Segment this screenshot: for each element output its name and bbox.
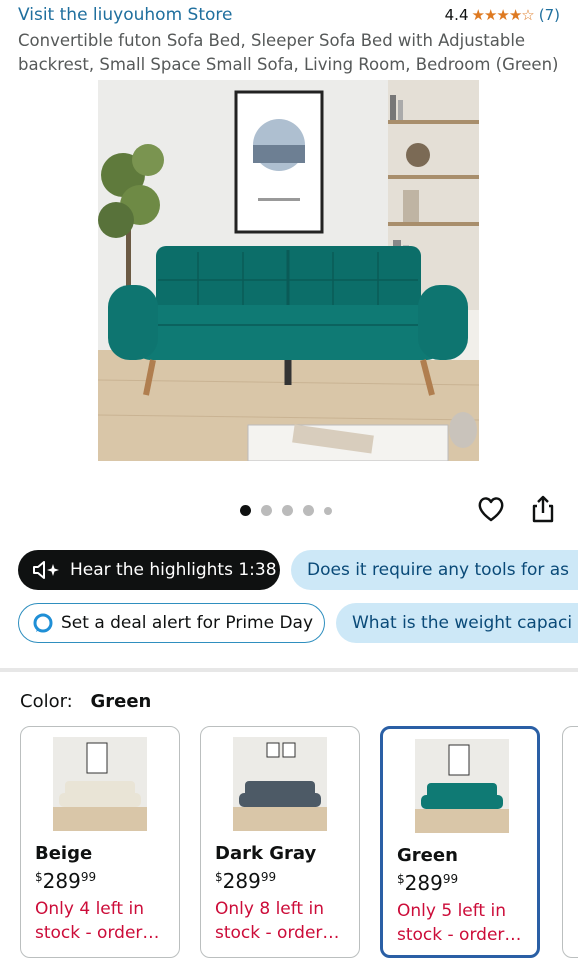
question-chip-label: Does it require any tools for as (307, 560, 570, 580)
pagination-dot[interactable] (261, 505, 272, 516)
product-image[interactable] (98, 80, 479, 461)
color-variant-card-dark-gray[interactable]: Dark Gray $28999 Only 8 left in stock - … (200, 726, 360, 958)
variant-thumbnail (53, 737, 147, 831)
hear-highlights-label: Hear the highlights 1:38 (70, 560, 277, 580)
variant-stock-status: Only 4 left in stock - order… (35, 899, 160, 943)
question-chip-label: What is the weight capaci (352, 613, 573, 633)
color-variant-card-green[interactable]: Green $28999 Only 5 left in stock - orde… (380, 726, 540, 958)
variant-price: $28999 (35, 869, 97, 893)
section-divider (0, 668, 578, 672)
rating-value: 4.4 (444, 6, 469, 24)
speaker-sparkle-icon (32, 561, 62, 579)
rating[interactable]: 4.4 ★★★★☆ (7) (445, 6, 560, 24)
variant-stock-status: Only 8 left in stock - order… (215, 899, 340, 943)
heart-icon[interactable] (476, 494, 506, 524)
color-variant-card-beige[interactable]: Beige $28999 Only 4 left in stock - orde… (20, 726, 180, 958)
pagination-dot[interactable] (324, 506, 332, 515)
variant-thumbnail (233, 737, 327, 831)
alexa-icon (33, 613, 53, 633)
rating-count[interactable]: (7) (539, 6, 560, 24)
deal-alert-label: Set a deal alert for Prime Day (61, 613, 314, 633)
share-icon[interactable] (528, 494, 558, 524)
color-label: Color: (20, 691, 73, 712)
question-chip-tools[interactable]: Does it require any tools for as (291, 550, 578, 590)
star-rating-icon: ★★★★☆ (471, 6, 535, 24)
color-selection-label: Color: Green (20, 691, 151, 712)
store-link[interactable]: Visit the liuyouhom Store (18, 5, 232, 25)
variant-name: Dark Gray (215, 843, 317, 864)
image-pagination[interactable] (240, 505, 332, 516)
product-title: Convertible futon Sofa Bed, Sleeper Sofa… (18, 31, 559, 74)
variant-name: Green (397, 845, 458, 866)
color-value: Green (90, 691, 152, 712)
variant-stock-status: Only 5 left in stock - order… (397, 901, 522, 945)
color-variant-card-next[interactable] (562, 726, 578, 958)
variant-price: $28999 (397, 871, 459, 895)
question-chip-weight[interactable]: What is the weight capaci (336, 603, 578, 643)
pagination-dot[interactable] (282, 505, 293, 516)
hear-highlights-button[interactable]: Hear the highlights 1:38 (18, 550, 280, 590)
deal-alert-button[interactable]: Set a deal alert for Prime Day (18, 603, 325, 643)
variant-name: Beige (35, 843, 93, 864)
variant-price: $28999 (215, 869, 277, 893)
pagination-dot[interactable] (303, 505, 314, 516)
pagination-dot-active[interactable] (240, 505, 251, 516)
variant-thumbnail (415, 739, 509, 833)
store-row: Visit the liuyouhom Store 4.4 ★★★★☆ (7) (18, 5, 560, 27)
